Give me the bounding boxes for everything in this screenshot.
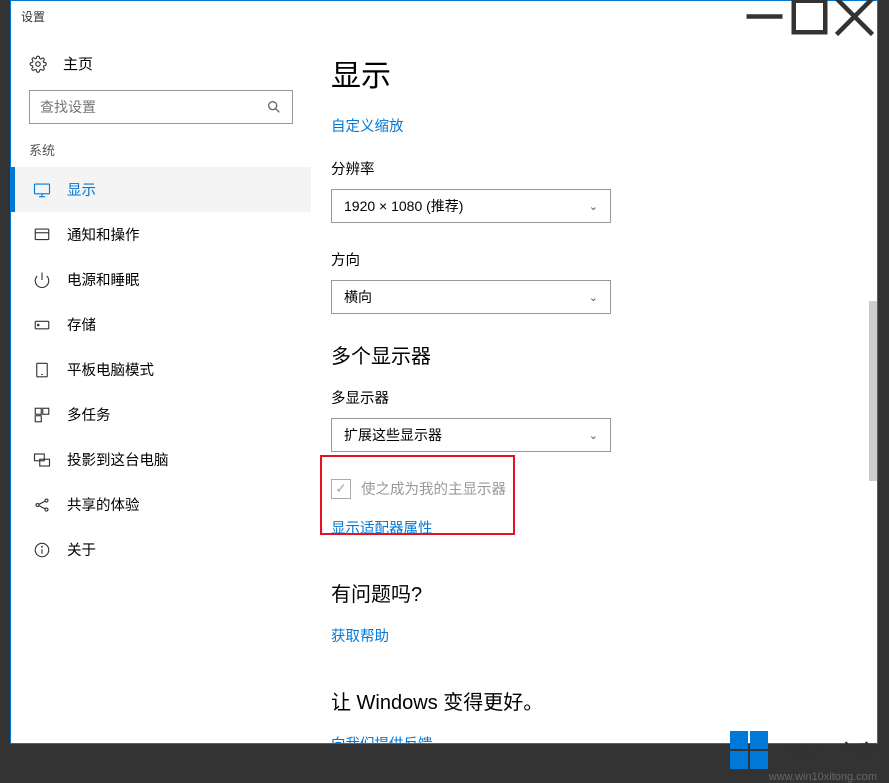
watermark: Win10之家 www.win10xitong.com [730, 731, 877, 769]
make-main-label: 使之成为我的主显示器 [361, 478, 506, 499]
tablet-icon [33, 361, 51, 379]
main-panel: 显示 自定义缩放 分辨率 1920 × 1080 (推荐) ⌄ 方向 横向 ⌄ … [311, 31, 877, 743]
sidebar-item-tablet[interactable]: 平板电脑模式 [11, 347, 311, 392]
sidebar-item-share[interactable]: 共享的体验 [11, 482, 311, 527]
get-help-link[interactable]: 获取帮助 [331, 625, 877, 646]
nav-label: 存储 [67, 314, 96, 335]
search-field[interactable] [40, 99, 266, 115]
multitask-icon [33, 406, 51, 424]
sidebar-item-notifications[interactable]: 通知和操作 [11, 212, 311, 257]
nav-label: 电源和睡眠 [67, 269, 140, 290]
nav-label: 平板电脑模式 [67, 359, 154, 380]
nav-label: 关于 [67, 539, 96, 560]
nav-label: 共享的体验 [67, 494, 140, 515]
nav-list: 显示 通知和操作 电源和睡眠 存储 平板电脑模式 [11, 167, 311, 572]
resolution-value: 1920 × 1080 (推荐) [344, 196, 463, 216]
content-area: 主页 系统 显示 通知和操作 电源和睡眠 [11, 31, 877, 743]
sidebar-item-project[interactable]: 投影到这台电脑 [11, 437, 311, 482]
chevron-down-icon: ⌄ [589, 429, 598, 442]
monitor-icon [33, 181, 51, 199]
sidebar: 主页 系统 显示 通知和操作 电源和睡眠 [11, 31, 311, 743]
info-icon [33, 541, 51, 559]
windows-logo-icon [730, 731, 768, 769]
gear-icon [29, 55, 47, 73]
orientation-select[interactable]: 横向 ⌄ [331, 280, 611, 314]
custom-scaling-link[interactable]: 自定义缩放 [331, 115, 877, 136]
window-controls [742, 1, 877, 31]
resolution-select[interactable]: 1920 × 1080 (推荐) ⌄ [331, 189, 611, 223]
home-button[interactable]: 主页 [11, 41, 311, 86]
multi-select[interactable]: 扩展这些显示器 ⌄ [331, 418, 611, 452]
watermark-text: Win10之家 [778, 736, 877, 765]
feedback-heading: 让 Windows 变得更好。 [331, 686, 877, 715]
help-heading: 有问题吗? [331, 578, 877, 607]
multi-value: 扩展这些显示器 [344, 425, 442, 445]
sidebar-item-about[interactable]: 关于 [11, 527, 311, 572]
share-icon [33, 496, 51, 514]
sidebar-item-display[interactable]: 显示 [11, 167, 311, 212]
power-icon [33, 271, 51, 289]
nav-label: 通知和操作 [67, 224, 140, 245]
chevron-down-icon: ⌄ [589, 200, 598, 213]
watermark-url: www.win10xitong.com [769, 771, 877, 783]
close-button[interactable] [832, 1, 877, 31]
minimize-button[interactable] [742, 1, 787, 31]
make-main-row: ✓ 使之成为我的主显示器 [331, 478, 877, 499]
make-main-checkbox: ✓ [331, 479, 351, 499]
sidebar-item-multitask[interactable]: 多任务 [11, 392, 311, 437]
settings-window: 设置 主页 系统 [10, 0, 878, 744]
search-input[interactable] [29, 90, 293, 124]
notification-icon [33, 226, 51, 244]
titlebar: 设置 [11, 1, 877, 31]
orientation-value: 横向 [344, 287, 372, 307]
sidebar-item-power[interactable]: 电源和睡眠 [11, 257, 311, 302]
page-title: 显示 [331, 51, 877, 95]
multi-label: 多显示器 [331, 387, 877, 408]
sidebar-item-storage[interactable]: 存储 [11, 302, 311, 347]
resolution-label: 分辨率 [331, 158, 877, 179]
adapter-properties-link[interactable]: 显示适配器属性 [331, 517, 877, 538]
group-label: 系统 [11, 140, 311, 167]
home-label: 主页 [63, 53, 93, 74]
scrollbar[interactable] [869, 301, 877, 481]
nav-label: 多任务 [67, 404, 111, 425]
chevron-down-icon: ⌄ [589, 291, 598, 304]
nav-label: 投影到这台电脑 [67, 449, 169, 470]
storage-icon [33, 316, 51, 334]
project-icon [33, 451, 51, 469]
multi-heading: 多个显示器 [331, 340, 877, 369]
search-icon [266, 99, 282, 115]
window-title: 设置 [21, 8, 45, 25]
maximize-button[interactable] [787, 1, 832, 31]
orientation-label: 方向 [331, 249, 877, 270]
nav-label: 显示 [67, 179, 96, 200]
